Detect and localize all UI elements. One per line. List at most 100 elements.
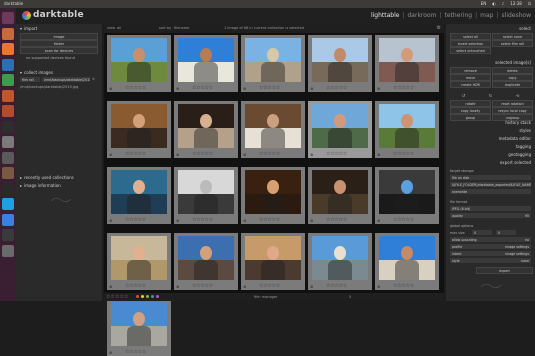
target-storage-select[interactable]: file on disk	[450, 175, 531, 180]
styles-section-header[interactable]: styles	[519, 128, 531, 133]
star-rating[interactable]: ☆☆☆☆☆	[259, 283, 280, 289]
star-rating[interactable]: ☆☆☆☆☆	[125, 151, 146, 157]
reject-icon[interactable]: ⊗	[377, 218, 380, 223]
file-format-select[interactable]: JPEG (8-bit)	[450, 206, 531, 211]
max-width-input[interactable]: 0	[472, 230, 492, 235]
thumbnail-cell[interactable]: ⊗ ☆☆☆☆☆	[107, 299, 171, 356]
image-information-header[interactable]: ▸ image information	[20, 183, 61, 188]
reject-icon[interactable]: ⊗	[377, 86, 380, 91]
star-rating[interactable]: ☆☆☆☆☆	[393, 283, 414, 289]
delete-button[interactable]: delete	[492, 67, 533, 74]
collect-filter-value[interactable]: /mnt/backups/darktable/2015.jpg	[42, 77, 90, 82]
settings-icon[interactable]	[2, 136, 14, 148]
thumbnail-cell[interactable]: ⊗ ☆☆☆☆☆	[308, 101, 372, 158]
star-rating[interactable]: ☆☆☆☆☆	[125, 349, 146, 355]
indicator-keyboard[interactable]: EN	[481, 1, 487, 6]
collect-filter-select[interactable]: film roll	[20, 77, 40, 82]
reject-icon[interactable]: ⊗	[176, 152, 179, 157]
star-rating[interactable]: ☆☆☆☆☆	[326, 283, 347, 289]
import-image-button[interactable]: image	[20, 33, 98, 40]
thumbnail-cell[interactable]: ⊗ ☆☆☆☆☆	[107, 35, 171, 92]
reject-icon[interactable]: ⊗	[377, 284, 380, 289]
thumbnail-image[interactable]	[312, 236, 368, 280]
profile-select[interactable]: profile image settings	[450, 244, 531, 249]
select-section-header[interactable]: select	[519, 26, 531, 31]
firefox-icon[interactable]	[2, 43, 14, 55]
intent-select[interactable]: intent image settings	[450, 251, 531, 256]
reject-icon[interactable]: ⊗	[243, 152, 246, 157]
reject-icon[interactable]: ⊗	[109, 86, 112, 91]
thumbnail-cell[interactable]: ⊗ ☆☆☆☆☆	[174, 233, 238, 290]
film-roll-item[interactable]: /mnt/backups/darktable/2015.jpg	[20, 85, 78, 89]
scan-devices-button[interactable]: scan for devices	[20, 47, 98, 54]
thumbnail-cell[interactable]: ⊗ ☆☆☆☆☆	[174, 167, 238, 224]
history-stack-section-header[interactable]: history stack	[505, 120, 531, 125]
view-slideshow[interactable]: slideshow	[502, 12, 531, 19]
thumbnail-image[interactable]	[111, 302, 167, 346]
thumbnail-image[interactable]	[178, 104, 234, 148]
thumbnail-image[interactable]	[111, 38, 167, 82]
reject-icon[interactable]: ⊗	[109, 350, 112, 355]
star-rating[interactable]: ☆☆☆☆☆	[393, 85, 414, 91]
reject-icon[interactable]: ⊗	[377, 152, 380, 157]
reject-icon[interactable]: ⊗	[310, 284, 313, 289]
thumbnail-cell[interactable]: ⊗ ☆☆☆☆☆	[308, 35, 372, 92]
libreoffice-impress-icon[interactable]	[2, 89, 14, 102]
thumbnail-image[interactable]	[245, 104, 301, 148]
thumbnail-image[interactable]	[178, 236, 234, 280]
thumbnail-cell[interactable]: ⊗ ☆☆☆☆☆	[241, 233, 305, 290]
thumbnail-image[interactable]	[379, 170, 435, 214]
view-filter-select[interactable]: all	[117, 26, 121, 30]
view-tethering[interactable]: tethering	[444, 12, 472, 19]
color-label-icon[interactable]	[146, 295, 149, 298]
create-hdr-button[interactable]: create HDR	[450, 81, 491, 88]
thumbnail-image[interactable]	[379, 38, 435, 82]
thumbnail-image[interactable]	[245, 236, 301, 280]
star-rating[interactable]: ☆☆☆☆☆	[326, 151, 347, 157]
thumbnail-image[interactable]	[312, 104, 368, 148]
invert-selection-button[interactable]: invert selection	[450, 40, 491, 47]
libreoffice-writer-icon[interactable]	[2, 58, 14, 71]
zoom-value[interactable]: 5	[349, 295, 351, 299]
view-darkroom[interactable]: darkroom	[408, 12, 437, 19]
thumbnail-image[interactable]	[245, 170, 301, 214]
darktable-icon[interactable]	[2, 151, 14, 164]
files-icon[interactable]	[2, 27, 14, 40]
star-rating[interactable]: ☆☆☆☆☆	[393, 217, 414, 223]
reject-icon[interactable]: ⊗	[310, 152, 313, 157]
star-rating[interactable]: ☆☆☆☆☆	[125, 85, 146, 91]
tagging-section-header[interactable]: tagging	[516, 144, 531, 149]
select-untouched-button[interactable]: select untouched	[450, 47, 491, 54]
thumbnail-image[interactable]	[178, 170, 234, 214]
star-rating[interactable]: ☆☆☆☆☆	[326, 217, 347, 223]
copy-button[interactable]: copy	[492, 74, 533, 81]
star-rating[interactable]: ☆☆☆☆☆	[259, 217, 280, 223]
move-button[interactable]: move	[450, 74, 491, 81]
group-button[interactable]: group	[450, 114, 491, 121]
reject-icon[interactable]: ⊗	[109, 152, 112, 157]
max-height-input[interactable]: 0	[496, 230, 516, 235]
thumbnail-cell[interactable]: ⊗ ☆☆☆☆☆	[241, 101, 305, 158]
star-rating[interactable]: ☆☆☆☆☆	[192, 283, 213, 289]
reject-icon[interactable]: ⊗	[176, 284, 179, 289]
star-rating[interactable]: ☆☆☆☆☆	[125, 217, 146, 223]
reject-icon[interactable]: ⊗	[109, 284, 112, 289]
star-rating[interactable]: ☆☆☆☆☆	[192, 85, 213, 91]
copy-locally-button[interactable]: copy locally	[450, 107, 491, 114]
network-icon[interactable]	[2, 229, 14, 241]
skype-icon[interactable]	[2, 198, 14, 210]
import-folder-button[interactable]: folder	[20, 40, 98, 47]
power-icon[interactable]: ⏻	[528, 1, 531, 6]
rotate-ccw-icon[interactable]: ↺	[462, 93, 465, 98]
selected-images-header[interactable]: selected image[s]	[495, 60, 531, 65]
recent-collections-header[interactable]: ▸ recently used collections	[20, 175, 74, 180]
select-all-button[interactable]: select all	[450, 33, 491, 40]
thumbnail-cell[interactable]: ⊗ ☆☆☆☆☆	[375, 35, 439, 92]
reject-icon[interactable]: ⊗	[109, 218, 112, 223]
thumbnail-image[interactable]	[379, 236, 435, 280]
gear-icon[interactable]: ⚙	[437, 25, 441, 31]
resync-local-copy-button[interactable]: resync local copy	[492, 107, 533, 114]
reject-icon[interactable]: ⊗	[243, 86, 246, 91]
rotate-button[interactable]: rotate	[450, 100, 491, 107]
software-center-icon[interactable]	[2, 105, 14, 117]
